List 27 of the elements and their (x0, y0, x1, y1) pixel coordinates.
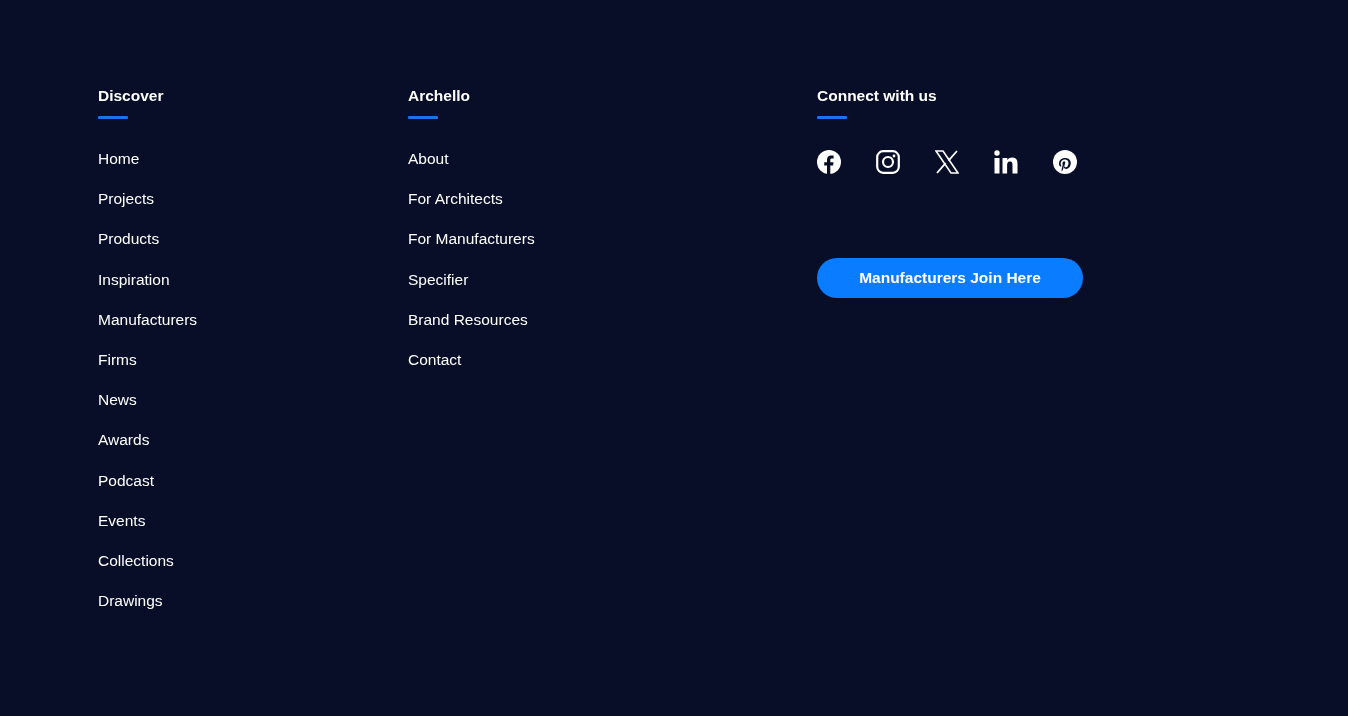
column-heading: Archello (408, 86, 470, 106)
footer-link[interactable]: Brand Resources (408, 309, 528, 330)
linkedin-icon[interactable] (994, 150, 1018, 174)
x-icon[interactable] (935, 150, 959, 174)
footer-link[interactable]: Events (98, 510, 146, 531)
footer-link[interactable]: For Manufacturers (408, 229, 535, 250)
column-heading: Discover (98, 86, 164, 106)
footer-link[interactable]: Firms (98, 349, 137, 370)
facebook-icon[interactable] (817, 150, 841, 174)
footer-link[interactable]: Products (98, 229, 160, 250)
footer-link[interactable]: Podcast (98, 470, 154, 491)
footer-link[interactable]: Specifier (408, 269, 469, 290)
footer-link[interactable]: Manufacturers (98, 309, 198, 330)
footer-link[interactable]: About (408, 149, 449, 169)
footer-link[interactable]: News (98, 390, 137, 411)
footer-link[interactable]: Collections (98, 550, 174, 571)
pinterest-icon[interactable] (1053, 150, 1077, 174)
footer-link[interactable]: Contact (408, 349, 462, 370)
camera-icon[interactable] (876, 150, 900, 174)
footer-link[interactable]: Awards (98, 430, 150, 451)
footer-link[interactable]: Inspiration (98, 269, 170, 290)
column-heading: Connect with us (817, 86, 937, 106)
join-button[interactable]: Manufacturers Join Here (817, 258, 1083, 298)
footer-link[interactable]: Drawings (98, 591, 163, 612)
footer-link[interactable]: Home (98, 149, 140, 169)
footer-link[interactable]: For Architects (408, 189, 503, 210)
footer-link[interactable]: Projects (98, 189, 154, 210)
